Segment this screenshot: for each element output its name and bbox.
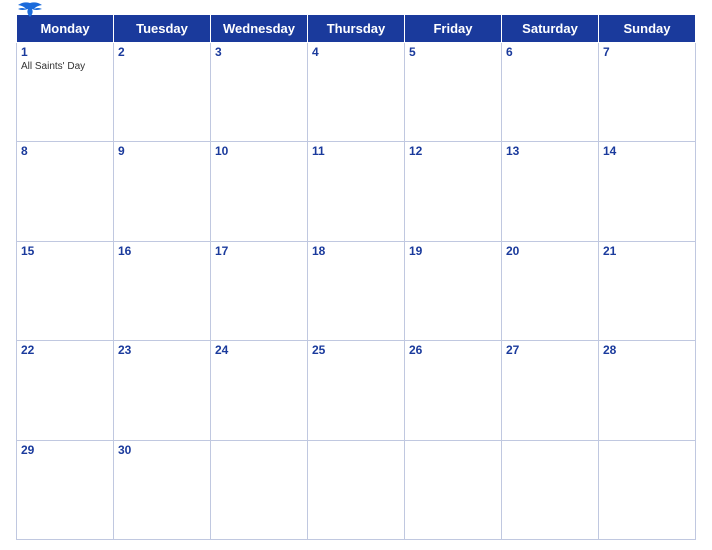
day-number: 16 (118, 244, 206, 258)
day-number: 19 (409, 244, 497, 258)
weekday-header-wednesday: Wednesday (211, 15, 308, 43)
calendar-cell: 27 (502, 341, 599, 440)
logo (16, 1, 44, 19)
calendar-cell: 17 (211, 241, 308, 340)
calendar-cell: 2 (114, 43, 211, 142)
day-number: 22 (21, 343, 109, 357)
day-number: 29 (21, 443, 109, 457)
weekday-header-row: MondayTuesdayWednesdayThursdayFridaySatu… (17, 15, 696, 43)
calendar-cell: 1 All Saints' Day (17, 43, 114, 142)
event-label: All Saints' Day (21, 61, 109, 72)
bird-icon (16, 1, 44, 19)
calendar-cell (308, 440, 405, 539)
weekday-header-friday: Friday (405, 15, 502, 43)
calendar-cell: 14 (599, 142, 696, 241)
calendar-cell: 5 (405, 43, 502, 142)
day-number: 11 (312, 144, 400, 158)
weekday-header-saturday: Saturday (502, 15, 599, 43)
day-number: 25 (312, 343, 400, 357)
day-number: 3 (215, 45, 303, 59)
day-number: 1 (21, 45, 109, 59)
calendar-cell: 20 (502, 241, 599, 340)
day-number: 21 (603, 244, 691, 258)
day-number: 20 (506, 244, 594, 258)
day-number: 10 (215, 144, 303, 158)
weekday-header-tuesday: Tuesday (114, 15, 211, 43)
calendar-cell: 10 (211, 142, 308, 241)
calendar-cell: 26 (405, 341, 502, 440)
day-number: 15 (21, 244, 109, 258)
calendar-cell: 7 (599, 43, 696, 142)
calendar-week-row: 29 30 (17, 440, 696, 539)
calendar-cell: 3 (211, 43, 308, 142)
day-number: 13 (506, 144, 594, 158)
day-number: 23 (118, 343, 206, 357)
calendar-cell: 8 (17, 142, 114, 241)
calendar-cell: 25 (308, 341, 405, 440)
day-number: 5 (409, 45, 497, 59)
calendar-cell: 15 (17, 241, 114, 340)
calendar-cell: 22 (17, 341, 114, 440)
day-number: 14 (603, 144, 691, 158)
calendar-cell: 11 (308, 142, 405, 241)
calendar-cell (502, 440, 599, 539)
calendar-cell: 30 (114, 440, 211, 539)
calendar-cell: 4 (308, 43, 405, 142)
day-number: 6 (506, 45, 594, 59)
day-number: 18 (312, 244, 400, 258)
calendar-week-row: 15 16 17 18 19 20 21 (17, 241, 696, 340)
day-number: 24 (215, 343, 303, 357)
day-number: 9 (118, 144, 206, 158)
calendar-cell (599, 440, 696, 539)
day-number: 2 (118, 45, 206, 59)
day-number: 27 (506, 343, 594, 357)
calendar-cell: 28 (599, 341, 696, 440)
calendar-cell (405, 440, 502, 539)
calendar-cell: 19 (405, 241, 502, 340)
weekday-header-sunday: Sunday (599, 15, 696, 43)
day-number: 17 (215, 244, 303, 258)
calendar-cell: 23 (114, 341, 211, 440)
calendar-cell: 21 (599, 241, 696, 340)
day-number: 26 (409, 343, 497, 357)
calendar-week-row: 1 All Saints' Day 234567 (17, 43, 696, 142)
calendar-cell: 6 (502, 43, 599, 142)
calendar-table: MondayTuesdayWednesdayThursdayFridaySatu… (16, 14, 696, 540)
day-number: 4 (312, 45, 400, 59)
day-number: 30 (118, 443, 206, 457)
calendar-cell: 9 (114, 142, 211, 241)
weekday-header-thursday: Thursday (308, 15, 405, 43)
calendar-cell: 12 (405, 142, 502, 241)
calendar-cell (211, 440, 308, 539)
calendar-cell: 13 (502, 142, 599, 241)
day-number: 12 (409, 144, 497, 158)
day-number: 28 (603, 343, 691, 357)
calendar-week-row: 22 23 24 25 26 27 28 (17, 341, 696, 440)
calendar-cell: 16 (114, 241, 211, 340)
calendar-cell: 29 (17, 440, 114, 539)
day-number: 8 (21, 144, 109, 158)
calendar-week-row: 89 10 11 12 13 14 (17, 142, 696, 241)
calendar-cell: 24 (211, 341, 308, 440)
calendar-cell: 18 (308, 241, 405, 340)
day-number: 7 (603, 45, 691, 59)
